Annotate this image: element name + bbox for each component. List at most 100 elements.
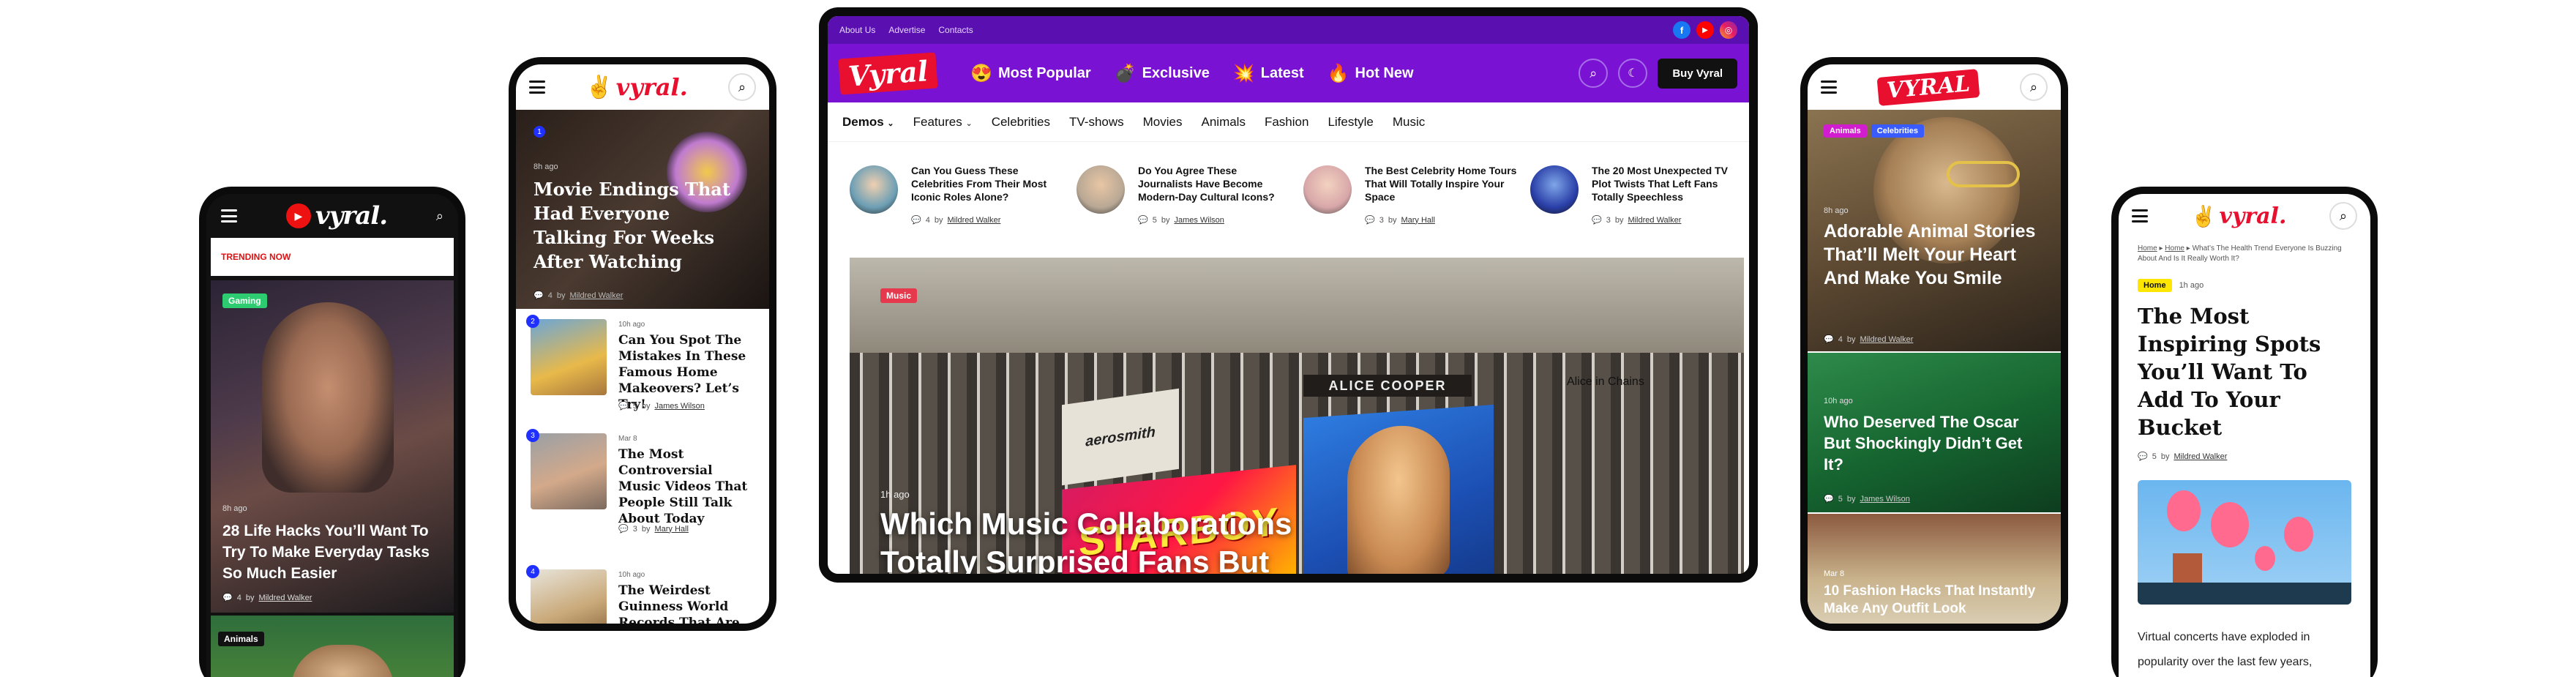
post-time: 10h ago xyxy=(618,571,645,579)
hero-card[interactable]: Gaming 8h ago 28 Life Hacks You’ll Want … xyxy=(211,280,454,613)
category-badge[interactable]: Gaming xyxy=(222,293,267,308)
post-title[interactable]: Who Deserved The Oscar But Shockingly Di… xyxy=(1824,411,2043,475)
menu-lifestyle[interactable]: Lifestyle xyxy=(1328,115,1373,130)
comment-icon: 💬 xyxy=(1824,335,1834,344)
logo[interactable]: Vyral xyxy=(838,51,938,95)
search-icon[interactable]: ⌕ xyxy=(728,73,756,101)
list-card[interactable]: 10h ago Who Deserved The Oscar But Shock… xyxy=(1808,353,2061,512)
about-link[interactable]: About Us xyxy=(839,25,875,35)
post-title[interactable]: Which Music Collaborations Totally Surpr… xyxy=(880,505,1319,574)
buy-button[interactable]: Buy Vyral xyxy=(1658,58,1737,89)
author-link[interactable]: Mildred Walker xyxy=(1628,216,1681,225)
list-item[interactable]: 2 10h ago Can You Spot The Mistakes In T… xyxy=(526,315,757,429)
post-meta: 💬 5 by James Wilson xyxy=(1824,494,1910,504)
avatar xyxy=(1303,165,1352,214)
author-link[interactable]: Mary Hall xyxy=(1401,216,1434,225)
main-header: Vyral 😍 Most Popular 💣 Exclusive 💥 Latest 🔥… xyxy=(828,44,1749,102)
breadcrumb-home[interactable]: Home xyxy=(2165,244,2184,253)
menu-tv-shows[interactable]: TV-shows xyxy=(1069,115,1124,130)
list-card[interactable]: Mar 8 10 Fashion Hacks That Instantly Ma… xyxy=(1808,514,2061,624)
post-title[interactable]: The Weirdest Guinness World Records That… xyxy=(618,583,757,624)
menu-animals[interactable]: Animals xyxy=(1202,115,1246,130)
primary-nav: 😍 Most Popular 💣 Exclusive 💥 Latest 🔥 Hot Ne… xyxy=(970,63,1413,84)
thumbnail xyxy=(531,569,607,624)
phone-4-screen: VYRAL ⌕ Animals Celebrities 8h ago Adora… xyxy=(1808,64,2061,624)
breadcrumb-home[interactable]: Home xyxy=(2138,244,2157,253)
nav-latest[interactable]: 💥 Latest xyxy=(1233,63,1304,84)
menu-icon[interactable] xyxy=(221,209,237,222)
author-link[interactable]: Mary Hall xyxy=(654,525,688,534)
thumbnail xyxy=(531,319,607,395)
collision-icon: 💥 xyxy=(1232,63,1255,83)
author-link[interactable]: James Wilson xyxy=(654,402,704,411)
logo[interactable]: ✌ vyral. xyxy=(585,73,687,101)
menu-celebrities[interactable]: Celebrities xyxy=(992,115,1050,130)
category-badge[interactable]: Animals xyxy=(218,632,264,646)
category-badge[interactable]: Home xyxy=(2138,279,2172,292)
logo[interactable]: VYRAL xyxy=(1876,68,1980,106)
category-badge[interactable]: Music xyxy=(880,288,918,303)
hero-card[interactable]: 1 8h ago Movie Endings That Had Everyone… xyxy=(516,110,769,309)
contacts-link[interactable]: Contacts xyxy=(938,25,973,35)
card-title[interactable]: Can You Guess These Celebrities From The… xyxy=(911,164,1065,203)
article-title: The Most Inspiring Spots You’ll Want To … xyxy=(2138,304,2321,440)
list-item[interactable]: 3 Mar 8 The Most Controversial Music Vid… xyxy=(526,429,757,543)
menu-movies[interactable]: Movies xyxy=(1143,115,1183,130)
nav-hot-new[interactable]: 🔥 Hot New xyxy=(1328,63,1414,84)
author-link[interactable]: James Wilson xyxy=(1174,216,1224,225)
author-link[interactable]: Mildred Walker xyxy=(569,291,623,300)
category-badge[interactable]: Animals xyxy=(1824,124,1867,138)
post-time: Mar 8 xyxy=(618,435,637,443)
category-badge[interactable]: Celebrities xyxy=(1871,124,1925,138)
search-icon[interactable]: ⌕ xyxy=(436,209,443,224)
instagram-icon[interactable]: ◎ xyxy=(1720,21,1737,39)
hero-feature[interactable]: aerosmith ALICE COOPER Alice in Chains S… xyxy=(850,258,1744,574)
card-meta: 💬 4 by Mildred Walker xyxy=(911,215,1001,225)
card-title[interactable]: The 20 Most Unexpected TV Plot Twists Th… xyxy=(1592,164,1745,203)
menu-fashion[interactable]: Fashion xyxy=(1265,115,1308,130)
search-icon[interactable]: ⌕ xyxy=(1579,59,1609,88)
post-title[interactable]: The Most Controversial Music Videos That… xyxy=(618,446,757,527)
chevron-down-icon: ⌄ xyxy=(887,119,894,128)
author-link[interactable]: Mildred Walker xyxy=(258,594,312,602)
menu-icon[interactable] xyxy=(1821,81,1837,94)
author-link[interactable]: James Wilson xyxy=(1860,495,1909,504)
post-title[interactable]: 28 Life Hacks You’ll Want To Try To Make… xyxy=(222,520,442,584)
post-meta: 💬 4 by Mildred Walker xyxy=(222,593,312,603)
menu-icon[interactable] xyxy=(2132,209,2148,222)
advertise-link[interactable]: Advertise xyxy=(888,25,925,35)
youtube-icon[interactable]: ▶ xyxy=(1696,21,1714,39)
author-link[interactable]: Mildred Walker xyxy=(947,216,1000,225)
post-title[interactable]: 10 Fashion Hacks That Instantly Make Any… xyxy=(1824,583,2043,618)
menu-demos[interactable]: Demos ⌄ xyxy=(842,115,894,130)
card-title[interactable]: The Best Celebrity Home Tours That Will … xyxy=(1365,164,1519,203)
search-icon[interactable]: ⌕ xyxy=(2329,202,2357,230)
post-time: 10h ago xyxy=(1824,397,1853,405)
facebook-icon[interactable]: f xyxy=(1673,21,1690,39)
menu-music[interactable]: Music xyxy=(1393,115,1425,130)
card-meta: 💬 5 by James Wilson xyxy=(1138,215,1224,225)
logo[interactable]: ▶ vyral. xyxy=(285,201,388,231)
comment-icon: 💬 xyxy=(1824,495,1834,504)
dark-mode-icon[interactable]: ☾ xyxy=(1618,59,1648,88)
nav-most-popular[interactable]: 😍 Most Popular xyxy=(970,63,1091,84)
second-card[interactable]: Animals xyxy=(211,616,454,677)
author-link[interactable]: Mildred Walker xyxy=(1860,335,1913,344)
post-title[interactable]: Movie Endings That Had Everyone Talking … xyxy=(533,177,746,274)
post-title[interactable]: Adorable Animal Stories That’ll Melt You… xyxy=(1824,220,2051,290)
nav-exclusive[interactable]: 💣 Exclusive xyxy=(1115,63,1210,84)
post-time: 8h ago xyxy=(533,162,558,171)
hero-card[interactable]: Animals Celebrities 8h ago Adorable Anim… xyxy=(1808,110,2061,351)
author-link[interactable]: Mildred Walker xyxy=(2174,452,2227,461)
menu-icon[interactable] xyxy=(529,81,545,94)
post-time: Mar 8 xyxy=(1824,569,1845,578)
card-title[interactable]: Do You Agree These Journalists Have Beco… xyxy=(1138,164,1292,203)
rank-badge: 2 xyxy=(526,315,539,328)
logo[interactable]: ✌ vyral. xyxy=(2191,203,2287,229)
balloon xyxy=(2211,502,2249,547)
phone-2-screen: ✌ vyral. ⌕ 1 8h ago Movie Endings That H… xyxy=(516,64,769,624)
list-item[interactable]: 4 10h ago The Weirdest Guinness World Re… xyxy=(526,565,757,624)
comment-icon: 💬 xyxy=(1365,216,1375,225)
menu-features[interactable]: Features ⌄ xyxy=(913,115,973,130)
search-icon[interactable]: ⌕ xyxy=(2020,73,2048,101)
